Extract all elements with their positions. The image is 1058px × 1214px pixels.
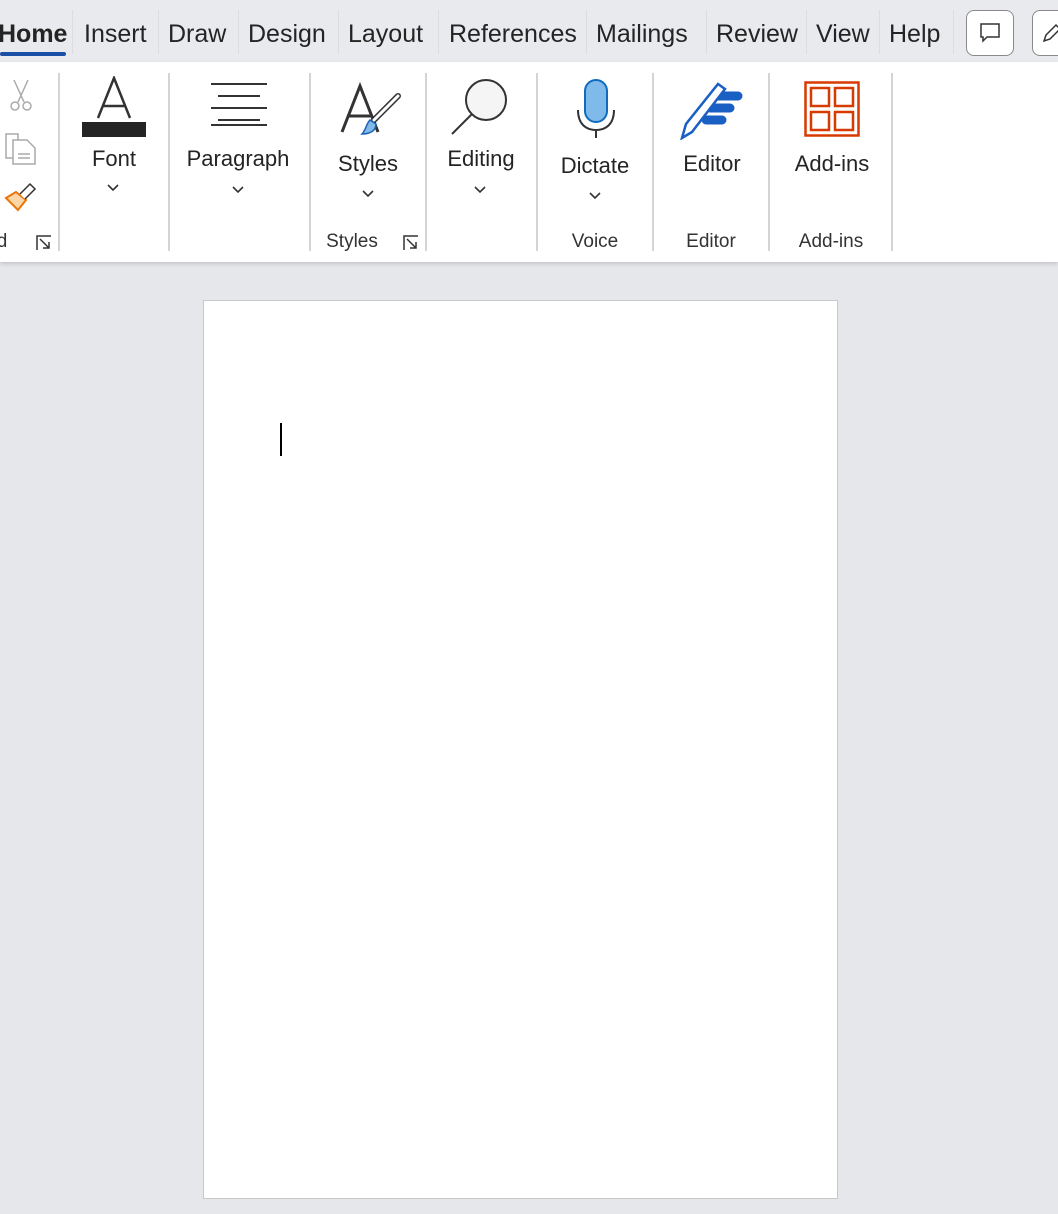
editing-label: Editing [447,146,515,171]
add-ins-icon [804,81,860,137]
font-label: Font [91,146,137,171]
group-divider [652,73,654,251]
divider [338,10,339,54]
paragraph-icon [211,83,267,126]
divider [953,10,954,54]
dialog-launcher-icon[interactable] [402,234,420,252]
group-divider [536,73,538,251]
chevron-down-icon [474,186,486,194]
editor-label: Editor [683,151,741,176]
tab-view[interactable]: View [816,16,870,52]
comment-icon [980,23,1000,43]
styles-group-label: Styles [326,231,378,252]
divider [238,10,239,54]
format-painter-icon[interactable] [4,182,38,216]
tab-mailings[interactable]: Mailings [596,16,688,52]
tab-design[interactable]: Design [248,16,326,52]
tab-review[interactable]: Review [716,16,798,52]
search-icon [451,79,507,135]
group-divider [891,73,893,251]
divider [806,10,807,54]
group-divider [309,73,311,251]
group-divider [168,73,170,251]
group-divider [425,73,427,251]
chevron-down-icon [107,184,119,192]
group-divider [58,73,60,251]
chevron-down-icon [232,186,244,194]
paragraph-label: Paragraph [186,146,290,171]
divider [72,10,73,54]
editor-icon [680,82,743,140]
divider [706,10,707,54]
styles-icon [340,82,401,135]
tab-insert[interactable]: Insert [84,16,147,52]
pen-icon [1042,23,1058,43]
tab-home[interactable]: Home [0,16,67,52]
clipboard-group-label: d [0,231,8,252]
cut-icon[interactable] [8,78,34,112]
tab-layout[interactable]: Layout [348,16,423,52]
chevron-down-icon [589,192,601,200]
add-ins-group-label: Add-ins [798,231,864,252]
tab-references[interactable]: References [449,16,577,52]
ribbon: d Font Paragraph Styles Styles Editing D… [0,62,1058,262]
divider [586,10,587,54]
text-cursor [280,423,282,456]
chevron-down-icon [362,190,374,198]
active-tab-indicator [0,52,66,56]
voice-group-label: Voice [571,231,619,252]
tab-help[interactable]: Help [889,16,940,52]
editing-mode-button[interactable] [1032,10,1058,56]
add-ins-label: Add-ins [794,151,870,176]
dictate-label: Dictate [560,153,630,178]
microphone-icon [577,79,615,138]
font-icon [82,76,146,137]
copy-icon[interactable] [4,132,38,166]
divider [879,10,880,54]
divider [158,10,159,54]
group-divider [768,73,770,251]
divider [438,10,439,54]
styles-label: Styles [338,151,398,176]
editor-group-label: Editor [686,231,736,252]
dialog-launcher-icon[interactable] [35,234,53,252]
document-page[interactable] [203,300,838,1199]
comments-button[interactable] [966,10,1014,56]
tab-draw[interactable]: Draw [168,16,226,52]
ribbon-tab-bar: Home Insert Draw Design Layout Reference… [0,0,1058,62]
